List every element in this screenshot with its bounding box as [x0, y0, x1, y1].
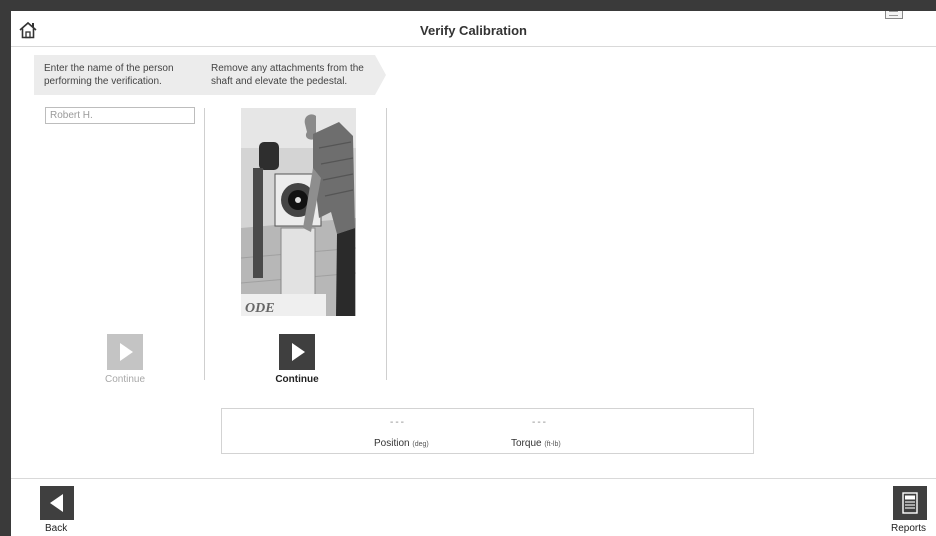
- back-arrow-icon: [50, 494, 63, 512]
- step-divider: [204, 108, 205, 380]
- step-1-continue-button[interactable]: [107, 334, 143, 370]
- report-document-icon: [902, 492, 918, 514]
- pedestal-photo: ODE: [241, 108, 356, 316]
- top-bar: Verify Calibration: [11, 11, 936, 47]
- play-icon: [292, 343, 305, 361]
- torque-label-group: Torque (ft-lb): [511, 438, 561, 449]
- step-2-instruction: Remove any attachments from the shaft an…: [205, 55, 375, 95]
- keyboard-icon[interactable]: [885, 11, 903, 19]
- torque-value: ---: [532, 417, 548, 428]
- position-label-group: Position (deg): [374, 438, 429, 449]
- play-icon: [120, 343, 133, 361]
- person-name-input[interactable]: [45, 107, 195, 124]
- step-2-continue-label: Continue: [275, 374, 319, 385]
- measurement-readout: --- --- Position (deg) Torque (ft-lb): [221, 408, 754, 454]
- position-value: ---: [390, 417, 406, 428]
- back-label: Back: [45, 523, 68, 534]
- step-divider: [386, 108, 387, 380]
- position-unit: (deg): [412, 441, 429, 448]
- reports-label: Reports: [891, 523, 927, 534]
- bottom-bar: [11, 478, 936, 536]
- position-label: Position: [374, 438, 410, 449]
- step-1-instruction: Enter the name of the person performing …: [34, 55, 205, 95]
- app-window: Verify Calibration Enter the name of the…: [11, 11, 936, 536]
- step-2-continue-button[interactable]: [279, 334, 315, 370]
- reports-button[interactable]: [893, 486, 927, 520]
- torque-unit: (ft-lb): [544, 441, 561, 448]
- torque-label: Torque: [511, 438, 542, 449]
- step-1-continue-label: Continue: [104, 374, 146, 385]
- step-arrow-tip: [375, 55, 386, 95]
- svg-text:ODE: ODE: [245, 301, 275, 316]
- back-button[interactable]: [40, 486, 74, 520]
- page-title: Verify Calibration: [420, 23, 527, 38]
